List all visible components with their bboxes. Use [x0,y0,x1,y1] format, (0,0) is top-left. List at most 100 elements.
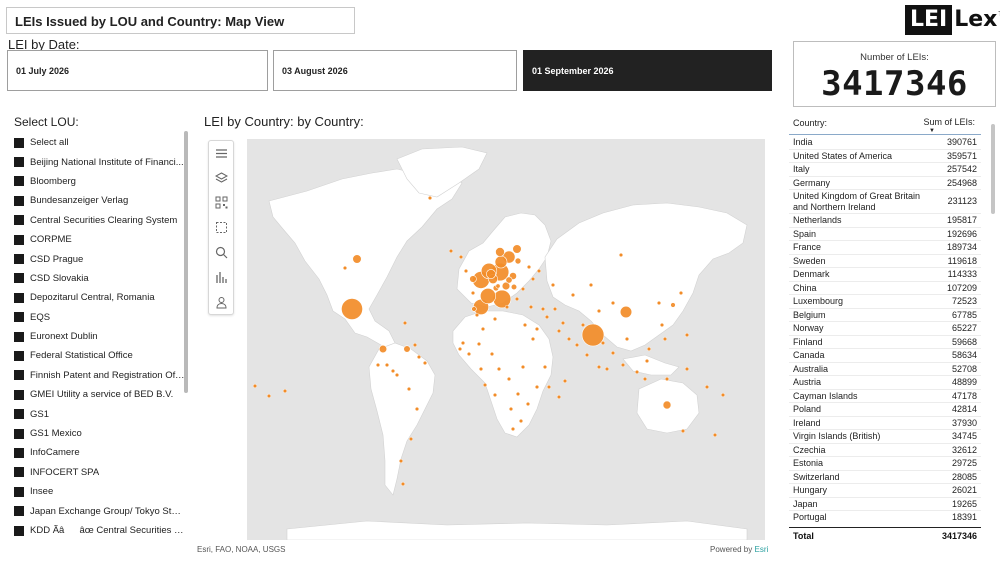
country-bubble-small[interactable] [402,320,407,325]
country-bubble[interactable] [512,244,522,254]
lou-item[interactable]: GS1 Mexico [14,424,186,443]
table-row[interactable]: Australia 52708 [789,363,981,376]
country-bubble[interactable] [495,247,505,257]
country-bubble-small[interactable] [463,268,468,273]
country-bubble-small[interactable] [496,366,501,371]
checkbox-icon[interactable] [14,176,24,187]
checkbox-icon[interactable] [14,234,24,245]
person-pin-icon[interactable] [213,294,230,311]
checkbox-icon[interactable] [14,486,24,497]
country-bubble-small[interactable] [561,320,566,325]
table-row[interactable]: United States of America 359571 [789,150,981,163]
checkbox-icon[interactable] [14,506,24,517]
table-row[interactable]: Poland 42814 [789,403,981,417]
table-row[interactable]: France 189734 [789,241,981,255]
checkbox-icon[interactable] [14,428,24,439]
checkbox-icon[interactable] [14,447,24,458]
country-bubble-small[interactable] [460,340,465,345]
table-row[interactable]: Virgin Islands (British) 34745 [789,430,981,444]
table-row[interactable]: Norway 65227 [789,322,981,336]
country-bubble-small[interactable] [581,322,586,327]
table-row[interactable]: Germany 254968 [789,177,981,190]
checkbox-icon[interactable] [14,331,24,342]
lou-item[interactable]: CORPME [14,230,186,249]
checkbox-icon[interactable] [14,273,24,284]
date-option-september[interactable]: 01 September 2026 [523,50,772,91]
country-bubble-small[interactable] [551,282,556,287]
country-bubble-small[interactable] [466,351,471,356]
qr-code-icon[interactable] [213,194,230,211]
checkbox-icon[interactable] [14,467,24,478]
table-row[interactable]: Czechia 32612 [789,444,981,457]
country-bubble[interactable] [662,400,672,410]
country-bubble-small[interactable] [519,419,524,424]
country-bubble-small[interactable] [589,282,594,287]
country-bubble-small[interactable] [563,378,568,383]
country-bubble-small[interactable] [660,322,665,327]
country-bubble-small[interactable] [557,328,562,333]
country-bubble-small[interactable] [531,336,536,341]
country-bubble-small[interactable] [414,407,419,412]
country-bubble-small[interactable] [394,372,399,377]
country-bubble-small[interactable] [601,340,606,345]
table-scrollbar[interactable] [991,124,995,214]
lou-item[interactable]: InfoCamere [14,443,186,462]
lou-item[interactable]: GS1 [14,404,186,423]
country-bubble-small[interactable] [721,392,726,397]
country-bubble[interactable] [495,283,501,289]
country-bubble-small[interactable] [597,364,602,369]
lou-item[interactable]: Depozitarul Central, Romania [14,288,186,307]
country-bubble[interactable] [378,344,388,354]
country-bubble[interactable] [352,254,362,264]
layers-icon[interactable] [213,170,230,187]
country-bubble-small[interactable] [480,326,485,331]
country-bubble-small[interactable] [713,433,718,438]
lou-item[interactable]: CSD Slovakia [14,269,186,288]
country-bubble-small[interactable] [427,196,432,201]
country-bubble-small[interactable] [585,352,590,357]
table-row[interactable]: China 107209 [789,282,981,295]
country-bubble[interactable] [514,257,522,265]
table-row[interactable]: Canada 58634 [789,349,981,363]
country-bubble-small[interactable] [575,342,580,347]
country-bubble-small[interactable] [283,388,288,393]
country-bubble-small[interactable] [685,332,690,337]
country-bubble-small[interactable] [474,312,479,317]
country-bubble-small[interactable] [611,300,616,305]
country-bubble-small[interactable] [492,316,497,321]
table-row[interactable]: Luxembourg 72523 [789,295,981,309]
table-row[interactable]: Cayman Islands 47178 [789,390,981,403]
country-bubble-small[interactable] [470,290,475,295]
checkbox-icon[interactable] [14,370,24,381]
country-bubble-small[interactable] [509,407,514,412]
country-bubble-small[interactable] [422,360,427,365]
checkbox-icon[interactable] [14,292,24,303]
country-bubble-small[interactable] [516,391,521,396]
checkbox-icon[interactable] [14,137,24,148]
search-icon[interactable] [213,244,230,261]
country-bubble[interactable] [469,275,477,283]
col-header-country[interactable]: Country: [793,118,827,128]
table-row[interactable]: Netherlands 195817 [789,214,981,228]
lou-item[interactable]: EQS [14,308,186,327]
table-row[interactable]: Finland 59668 [789,336,981,349]
country-bubble-small[interactable] [535,384,540,389]
date-option-august[interactable]: 03 August 2026 [273,50,517,91]
lou-item[interactable]: Euronext Dublin [14,327,186,346]
checkbox-icon[interactable] [14,157,24,168]
country-bubble-small[interactable] [545,314,550,319]
table-row[interactable]: Denmark 114333 [789,268,981,282]
country-bubble-small[interactable] [267,393,272,398]
country-bubble-small[interactable] [526,402,531,407]
country-bubble-small[interactable] [448,248,453,253]
lou-item[interactable]: Japan Exchange Group/ Tokyo Stoc... [14,501,186,520]
country-bubble-small[interactable] [535,326,540,331]
country-bubble-small[interactable] [529,304,534,309]
table-row[interactable]: Ireland 37930 [789,417,981,430]
checkbox-icon[interactable] [14,215,24,226]
country-bubble-small[interactable] [597,308,602,313]
lou-item[interactable]: CSD Prague [14,249,186,268]
country-bubble-small[interactable] [645,358,650,363]
country-bubble-small[interactable] [663,336,668,341]
country-bubble-small[interactable] [523,322,528,327]
